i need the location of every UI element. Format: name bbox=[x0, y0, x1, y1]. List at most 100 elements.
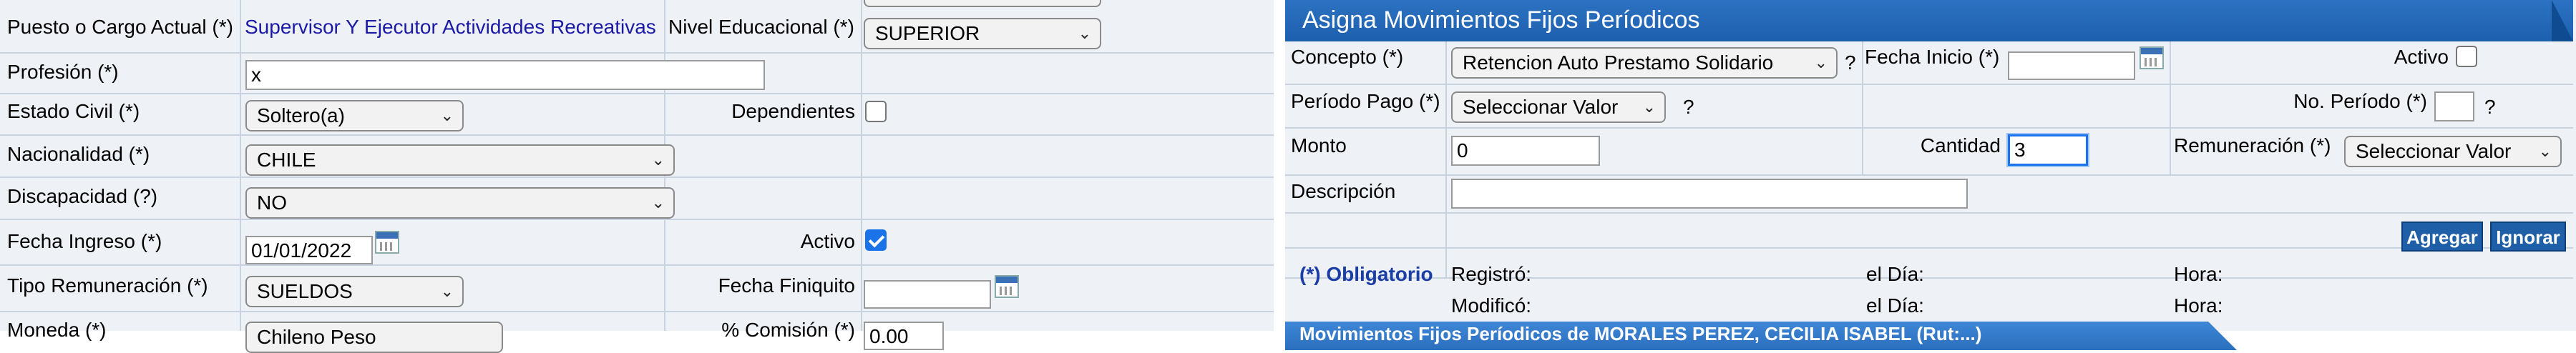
cantidad-input[interactable]: 3 bbox=[2008, 134, 2088, 166]
grid-line bbox=[1445, 41, 1447, 277]
no-periodo-label: No. Período (*) bbox=[2293, 90, 2427, 112]
row-divider bbox=[0, 176, 1288, 178]
row-divider bbox=[1285, 127, 2573, 129]
row-divider bbox=[0, 219, 1288, 220]
hora-label: Hora: bbox=[2174, 263, 2223, 285]
profesion-input[interactable]: x bbox=[245, 60, 765, 90]
chevron-down-icon: ⌄ bbox=[651, 194, 665, 212]
concepto-select[interactable]: Retencion Auto Prestamo Solidario ⌄ bbox=[1451, 47, 1838, 79]
descripcion-label: Descripción bbox=[1291, 180, 1396, 202]
descripcion-input[interactable] bbox=[1451, 179, 1968, 209]
bottom-tab-title: Movimientos Fijos Períodicos de MORALES … bbox=[1299, 323, 1982, 344]
chevron-down-icon: ⌄ bbox=[1078, 24, 1091, 42]
periodo-label: Período Pago (*) bbox=[1291, 90, 1440, 112]
obligatorio-note: (*) Obligatorio bbox=[1299, 263, 1433, 285]
dependientes-checkbox[interactable] bbox=[865, 101, 887, 122]
moneda-select[interactable]: Chileno Peso bbox=[245, 322, 503, 353]
help-icon[interactable]: ? bbox=[1845, 51, 1856, 74]
nacionalidad-label: Nacionalidad (*) bbox=[7, 143, 150, 165]
fecha-inicio-input[interactable] bbox=[2008, 51, 2135, 80]
el-dia-label: el Día: bbox=[1866, 263, 1924, 285]
discapacidad-select[interactable]: NO ⌄ bbox=[245, 187, 675, 219]
chevron-down-icon: ⌄ bbox=[1642, 98, 1656, 116]
fecha-ingreso-label: Fecha Ingreso (*) bbox=[7, 230, 162, 252]
estado-civil-select[interactable]: Soltero(a) ⌄ bbox=[245, 100, 464, 131]
puesto-label: Puesto o Cargo Actual (*) bbox=[7, 16, 233, 38]
grid-line bbox=[1862, 41, 1863, 174]
remuneracion-value: Seleccionar Valor bbox=[2356, 140, 2512, 162]
estado-civil-value: Soltero(a) bbox=[257, 104, 345, 126]
chevron-down-icon: ⌄ bbox=[440, 106, 454, 124]
fecha-inicio-label: Fecha Inicio (*) bbox=[1865, 46, 2000, 68]
comision-input[interactable]: 0.00 bbox=[864, 322, 944, 350]
activo-label: Activo bbox=[800, 230, 855, 252]
moneda-value: Chileno Peso bbox=[257, 326, 376, 348]
calendar-icon[interactable] bbox=[375, 231, 399, 254]
fecha-finiquito-input[interactable] bbox=[864, 280, 991, 309]
chevron-down-icon: ⌄ bbox=[2538, 142, 2552, 160]
dependientes-label: Dependientes bbox=[731, 100, 855, 122]
row-divider bbox=[1285, 174, 2573, 176]
nacionalidad-select[interactable]: CHILE ⌄ bbox=[245, 144, 675, 176]
employee-form: Puesto o Cargo Actual (*) Supervisor Y E… bbox=[0, 0, 1288, 353]
registro-label: Registró: bbox=[1451, 263, 1532, 285]
help-icon[interactable]: ? bbox=[2484, 96, 2496, 119]
nivel-label: Nivel Educacional (*) bbox=[668, 16, 854, 38]
modifico-label: Modificó: bbox=[1451, 294, 1532, 317]
cantidad-label: Cantidad bbox=[1920, 134, 2001, 156]
activo-label-right: Activo bbox=[2394, 46, 2449, 68]
row-divider bbox=[1285, 212, 2573, 214]
chevron-down-icon: ⌄ bbox=[651, 151, 665, 169]
grid-line bbox=[861, 0, 862, 331]
bottom-tab-bar[interactable]: Movimientos Fijos Períodicos de MORALES … bbox=[1285, 322, 2237, 350]
chevron-down-icon: ⌄ bbox=[1814, 54, 1828, 71]
header-corner bbox=[2552, 0, 2573, 41]
estado-civil-label: Estado Civil (*) bbox=[7, 100, 140, 122]
remuneracion-select[interactable]: Seleccionar Valor ⌄ bbox=[2344, 136, 2562, 167]
row-divider bbox=[0, 93, 1288, 94]
help-icon[interactable]: ? bbox=[1683, 96, 1694, 119]
no-periodo-input[interactable] bbox=[2434, 91, 2474, 121]
row-divider bbox=[0, 311, 1288, 312]
moneda-label: Moneda (*) bbox=[7, 319, 107, 341]
row-divider bbox=[1285, 84, 2573, 85]
concepto-label: Concepto (*) bbox=[1291, 46, 1404, 68]
concepto-value: Retencion Auto Prestamo Solidario bbox=[1463, 51, 1774, 74]
panel-header: Asigna Movimientos Fijos Períodicos bbox=[1285, 0, 2573, 41]
puesto-value[interactable]: Supervisor Y Ejecutor Actividades Recrea… bbox=[245, 16, 656, 39]
ignorar-button[interactable]: Ignorar bbox=[2490, 222, 2566, 252]
nivel-select[interactable]: SUPERIOR ⌄ bbox=[864, 18, 1101, 49]
activo-checkbox-right[interactable] bbox=[2456, 46, 2477, 67]
tipo-rem-value: SUELDOS bbox=[257, 280, 353, 302]
hora-label: Hora: bbox=[2174, 294, 2223, 317]
tipo-rem-select[interactable]: SUELDOS ⌄ bbox=[245, 276, 464, 307]
monto-input[interactable]: 0 bbox=[1451, 136, 1600, 166]
profesion-label: Profesión (*) bbox=[7, 61, 119, 83]
row-divider bbox=[0, 52, 1288, 54]
panel-title: Asigna Movimientos Fijos Períodicos bbox=[1302, 6, 1700, 34]
discapacidad-label: Discapacidad (?) bbox=[7, 185, 158, 207]
periodo-select[interactable]: Seleccionar Valor ⌄ bbox=[1451, 91, 1666, 123]
comision-label: % Comisión (*) bbox=[721, 319, 855, 341]
row-divider bbox=[0, 264, 1288, 266]
calendar-icon[interactable] bbox=[995, 275, 1019, 298]
el-dia-label: el Día: bbox=[1866, 294, 1924, 317]
grid-line bbox=[240, 0, 241, 331]
movimientos-panel: Asigna Movimientos Fijos Períodicos Conc… bbox=[1285, 0, 2576, 350]
monto-label: Monto bbox=[1291, 134, 1347, 156]
nivel-value: SUPERIOR bbox=[875, 22, 980, 44]
row-divider bbox=[1285, 247, 2573, 249]
fecha-finiquito-label: Fecha Finiquito bbox=[718, 274, 855, 297]
remuneracion-label: Remuneración (*) bbox=[2174, 134, 2331, 156]
agregar-button[interactable]: Agregar bbox=[2401, 222, 2483, 252]
row-divider bbox=[0, 134, 1288, 136]
activo-checkbox[interactable] bbox=[865, 229, 887, 251]
top-select-partial[interactable] bbox=[864, 0, 1101, 7]
grid-line bbox=[2170, 41, 2171, 174]
discapacidad-value: NO bbox=[257, 192, 287, 214]
calendar-icon[interactable] bbox=[2140, 46, 2164, 69]
chevron-down-icon: ⌄ bbox=[440, 282, 454, 300]
fecha-ingreso-input[interactable]: 01/01/2022 bbox=[245, 236, 373, 264]
tipo-rem-label: Tipo Remuneración (*) bbox=[7, 274, 208, 297]
nacionalidad-value: CHILE bbox=[257, 149, 316, 171]
